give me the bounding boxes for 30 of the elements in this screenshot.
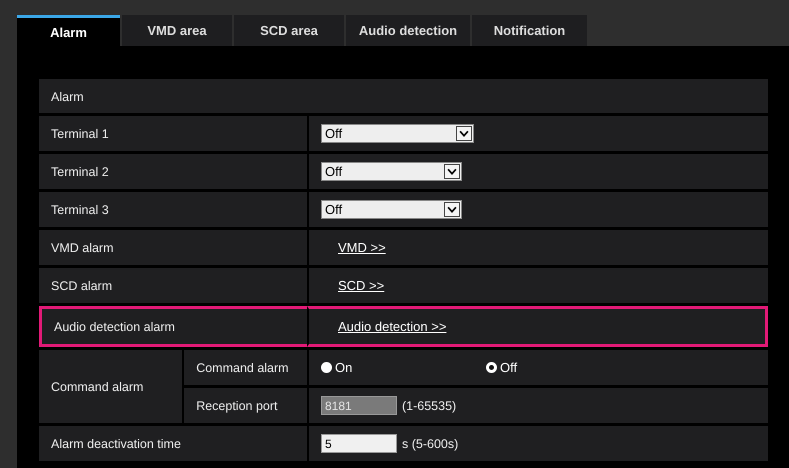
row-label: Audio detection alarm (54, 320, 175, 334)
tab[interactable]: Notification (472, 15, 587, 46)
row-label: Terminal 3 (51, 203, 109, 217)
tab[interactable]: SCD area (234, 15, 344, 46)
tab[interactable]: Audio detection (346, 15, 470, 46)
terminal-select[interactable]: Off (321, 200, 462, 219)
terminal-select[interactable]: Off (321, 162, 462, 181)
section-title: Alarm (51, 90, 84, 104)
row-label: Terminal 2 (51, 165, 109, 179)
row-label: VMD alarm (51, 241, 114, 255)
range-hint: (1-65535) (402, 398, 456, 412)
caret-icon (444, 202, 460, 217)
range-hint: s (5-600s) (402, 436, 458, 450)
time-field[interactable]: 5 (321, 434, 397, 453)
row-label: Terminal 1 (51, 127, 109, 141)
row-label: Reception port (196, 399, 278, 413)
tab[interactable]: VMD area (122, 15, 232, 46)
tab[interactable]: Alarm (17, 15, 120, 46)
alarm-link[interactable]: VMD >> (338, 240, 386, 255)
row-label: Command alarm (51, 380, 144, 394)
row-label: Alarm deactivation time (51, 437, 181, 451)
terminal-select[interactable]: Off (321, 124, 474, 143)
alarm-link[interactable]: Audio detection >> (338, 319, 446, 334)
radio-option[interactable]: Off (486, 360, 518, 375)
caret-icon (456, 126, 472, 141)
alarm-link[interactable]: SCD >> (338, 278, 384, 293)
row-label: Command alarm (196, 361, 289, 375)
row-label: SCD alarm (51, 279, 112, 293)
caret-icon (444, 164, 460, 179)
radio-option[interactable]: On (321, 360, 486, 375)
